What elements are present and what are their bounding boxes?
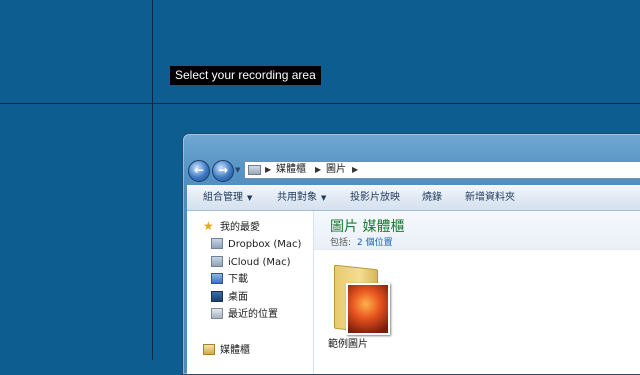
nav-item-label: 下載 [228,274,248,285]
back-button[interactable]: ← [188,160,210,182]
photo-thumbnail [346,283,390,335]
folder-icon [211,238,223,249]
nav-item-icloud[interactable]: iCloud (Mac) [211,255,291,271]
file-item-label[interactable]: 範例圖片 [328,335,368,350]
breadcrumb-arrow-icon[interactable]: ▶ [352,162,358,178]
nav-item-recent-places[interactable]: 最近的位置 [211,307,278,323]
address-bar[interactable]: ▶ 媒體櫃 ▶ 圖片 ▶ [244,161,640,179]
download-folder-icon [211,273,223,284]
breadcrumb-pictures[interactable]: 圖片 [326,162,346,178]
nav-item-label: 桌面 [228,292,248,303]
share-with-label: 共用對象 [277,192,317,203]
nav-item-label: Dropbox (Mac) [228,239,302,250]
includes-label: 包括: [330,238,352,248]
nav-item-desktop[interactable]: 桌面 [211,290,248,306]
recent-places-icon [211,308,223,319]
slideshow-button[interactable]: 投影片放映 [350,185,400,210]
explorer-window[interactable]: ← → ▼ ▶ 媒體櫃 ▶ 圖片 ▶ 組合管理 ▼ 共用對象 ▼ 投影片放映 燒錄 … [182,133,640,375]
burn-button[interactable]: 燒錄 [422,185,442,210]
share-with-menu-button[interactable]: 共用對象 ▼ [277,185,326,210]
organize-menu-button[interactable]: 組合管理 ▼ [203,185,252,210]
nav-item-label: 最近的位置 [228,309,278,320]
nav-item-downloads[interactable]: 下載 [211,272,248,288]
nav-favorites[interactable]: ★ 我的最愛 [203,220,260,236]
folder-icon [211,256,223,267]
file-list-pane: 圖片 媒體櫃 包括: 2 個位置 範例圖片 [314,211,640,374]
star-icon: ★ [203,219,214,233]
navigation-pane: ★ 我的最愛 Dropbox (Mac) iCloud (Mac) 下載 桌面 最… [187,211,314,374]
nav-item-label: iCloud (Mac) [228,257,291,268]
library-icon [248,165,261,175]
crosshair-horizontal-line [0,103,640,104]
breadcrumb-arrow-icon[interactable]: ▶ [315,162,321,178]
library-includes: 包括: 2 個位置 [330,235,393,248]
nav-libraries[interactable]: 媒體櫃 [203,343,250,359]
new-folder-button[interactable]: 新增資料夾 [465,185,515,210]
chevron-down-icon: ▼ [321,194,327,202]
command-bar: 組合管理 ▼ 共用對象 ▼ 投影片放映 燒錄 新增資料夾 [187,185,640,211]
organize-label: 組合管理 [203,192,243,203]
nav-favorites-label: 我的最愛 [220,222,260,233]
library-header: 圖片 媒體櫃 包括: 2 個位置 [314,211,640,250]
nav-libraries-label: 媒體櫃 [220,345,250,356]
chevron-down-icon: ▼ [247,194,253,202]
desktop-icon [211,291,223,302]
locations-link[interactable]: 2 個位置 [357,238,393,248]
libraries-icon [203,344,215,355]
nav-item-dropbox[interactable]: Dropbox (Mac) [211,237,301,253]
navigation-bar: ← → ▼ ▶ 媒體櫃 ▶ 圖片 ▶ [183,160,640,182]
crosshair-vertical-line [152,0,153,360]
library-title: 圖片 媒體櫃 [330,219,405,235]
forward-button[interactable]: → [212,160,234,182]
recording-area-hint: Select your recording area [170,66,321,85]
breadcrumb-arrow-icon[interactable]: ▶ [265,162,271,178]
breadcrumb-libraries[interactable]: 媒體櫃 [276,162,306,178]
explorer-client-area: 組合管理 ▼ 共用對象 ▼ 投影片放映 燒錄 新增資料夾 ★ 我的最愛 Dropbox… [187,185,640,374]
recent-pages-dropdown[interactable]: ▼ [235,166,240,174]
file-item[interactable] [334,261,390,335]
